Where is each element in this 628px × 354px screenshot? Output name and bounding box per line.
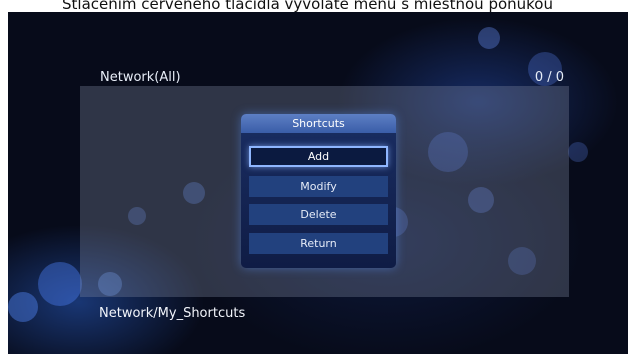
shortcuts-popup-menu: Shortcuts Add Modify Delete Return xyxy=(241,114,396,268)
bokeh-orb xyxy=(8,292,38,322)
menu-item-add[interactable]: Add xyxy=(249,146,388,167)
popup-title: Shortcuts xyxy=(241,114,396,133)
menu-item-return[interactable]: Return xyxy=(249,233,388,254)
bokeh-orb xyxy=(38,262,82,306)
breadcrumb-path: Network/My_Shortcuts xyxy=(99,306,246,321)
item-counter: 0 / 0 xyxy=(534,70,564,85)
menu-item-delete[interactable]: Delete xyxy=(249,204,388,225)
caption-text: Stlačením červeného tlačidla vyvoláte me… xyxy=(62,0,553,13)
bokeh-orb xyxy=(568,142,588,162)
bokeh-orb xyxy=(478,27,500,49)
menu-item-modify[interactable]: Modify xyxy=(249,176,388,197)
page-title: Network(All) xyxy=(100,70,181,85)
tv-screen: Network(All) 0 / 0 Shortcuts Add Modify … xyxy=(8,12,628,354)
